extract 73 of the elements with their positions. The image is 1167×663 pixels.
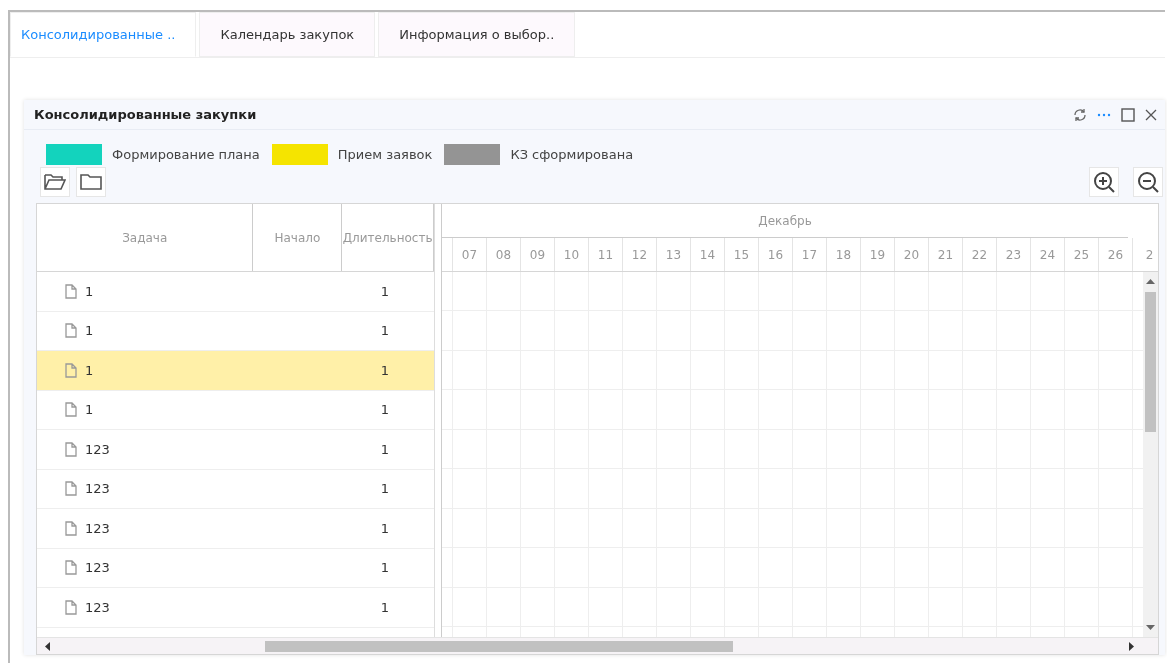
table-cell: 1	[85, 323, 94, 339]
tab[interactable]: Информация о выбор..	[378, 12, 576, 57]
scroll-up-icon[interactable]	[1146, 279, 1155, 284]
day-header: 17	[793, 238, 827, 271]
table-cell: 1	[380, 323, 389, 339]
open-folder-button[interactable]	[40, 167, 70, 197]
day-header: 25	[1065, 238, 1099, 271]
document-icon	[65, 402, 77, 418]
day-header: 12	[623, 238, 657, 271]
zoom-in-button[interactable]	[1089, 167, 1119, 197]
day-header: 18	[827, 238, 861, 271]
table-cell: 123	[85, 560, 110, 576]
day-header: 19	[861, 238, 895, 271]
table-cell: 123	[85, 520, 110, 536]
table-cell: 123	[85, 441, 110, 457]
day-header: 13	[657, 238, 691, 271]
document-icon	[65, 323, 77, 339]
day-header: 16	[759, 238, 793, 271]
column-header: Длительность	[342, 204, 434, 271]
day-header: 22	[963, 238, 997, 271]
close-icon[interactable]	[1145, 108, 1157, 121]
day-header: 14	[691, 238, 725, 271]
legend-label: Формирование плана	[112, 147, 260, 162]
refresh-icon[interactable]	[1073, 107, 1087, 122]
table-cell: 1	[380, 283, 389, 299]
panel-title: Консолидированные закупки	[34, 107, 257, 122]
table-cell: 123	[85, 481, 110, 497]
horizontal-scrollbar[interactable]	[37, 637, 1158, 654]
vertical-scrollbar[interactable]	[1143, 272, 1158, 637]
day-header: 11	[589, 238, 623, 271]
table-row[interactable]: 1 1	[37, 351, 434, 391]
scroll-down-icon[interactable]	[1146, 625, 1155, 630]
scroll-right-icon[interactable]	[1129, 642, 1134, 651]
table-cell: 1	[85, 283, 94, 299]
document-icon	[65, 481, 77, 497]
column-header: Начало	[253, 204, 343, 271]
legend-label: Прием заявок	[337, 147, 433, 162]
document-icon	[65, 520, 77, 536]
day-header: 20	[895, 238, 929, 271]
document-icon	[65, 362, 77, 378]
table-cell: 1	[85, 402, 94, 418]
maximize-icon[interactable]	[1121, 107, 1135, 122]
day-header: 26	[1099, 238, 1133, 271]
table-cell: 1	[380, 362, 389, 378]
day-header: 09	[521, 238, 555, 271]
tab[interactable]: Календарь закупок	[199, 12, 376, 57]
day-header: 23	[997, 238, 1031, 271]
scroll-left-icon[interactable]	[45, 642, 50, 651]
document-icon	[65, 560, 77, 576]
table-cell: 1	[380, 481, 389, 497]
day-header: 15	[725, 238, 759, 271]
table-cell: 1	[380, 599, 389, 615]
table-cell: 1	[380, 402, 389, 418]
day-header: 2	[1133, 238, 1158, 271]
table-cell: 1	[380, 520, 389, 536]
day-header: 24	[1031, 238, 1065, 271]
legend-label: КЗ сформирована	[510, 147, 634, 162]
folder-button[interactable]	[76, 167, 106, 197]
table-cell: 123	[85, 599, 110, 615]
more-icon[interactable]	[1097, 112, 1111, 117]
document-icon	[65, 599, 77, 615]
table-cell: 1	[380, 441, 389, 457]
month-header: Декабрь	[442, 204, 1128, 238]
day-header: 21	[929, 238, 963, 271]
day-header: 08	[487, 238, 521, 271]
zoom-out-button[interactable]	[1133, 167, 1163, 197]
document-icon	[65, 441, 77, 457]
column-header: Задача	[37, 204, 254, 271]
day-header: 07	[453, 238, 487, 271]
document-icon	[65, 283, 77, 299]
table-cell: 1	[85, 362, 94, 378]
table-cell: 1	[380, 560, 389, 576]
day-header: 10	[555, 238, 589, 271]
